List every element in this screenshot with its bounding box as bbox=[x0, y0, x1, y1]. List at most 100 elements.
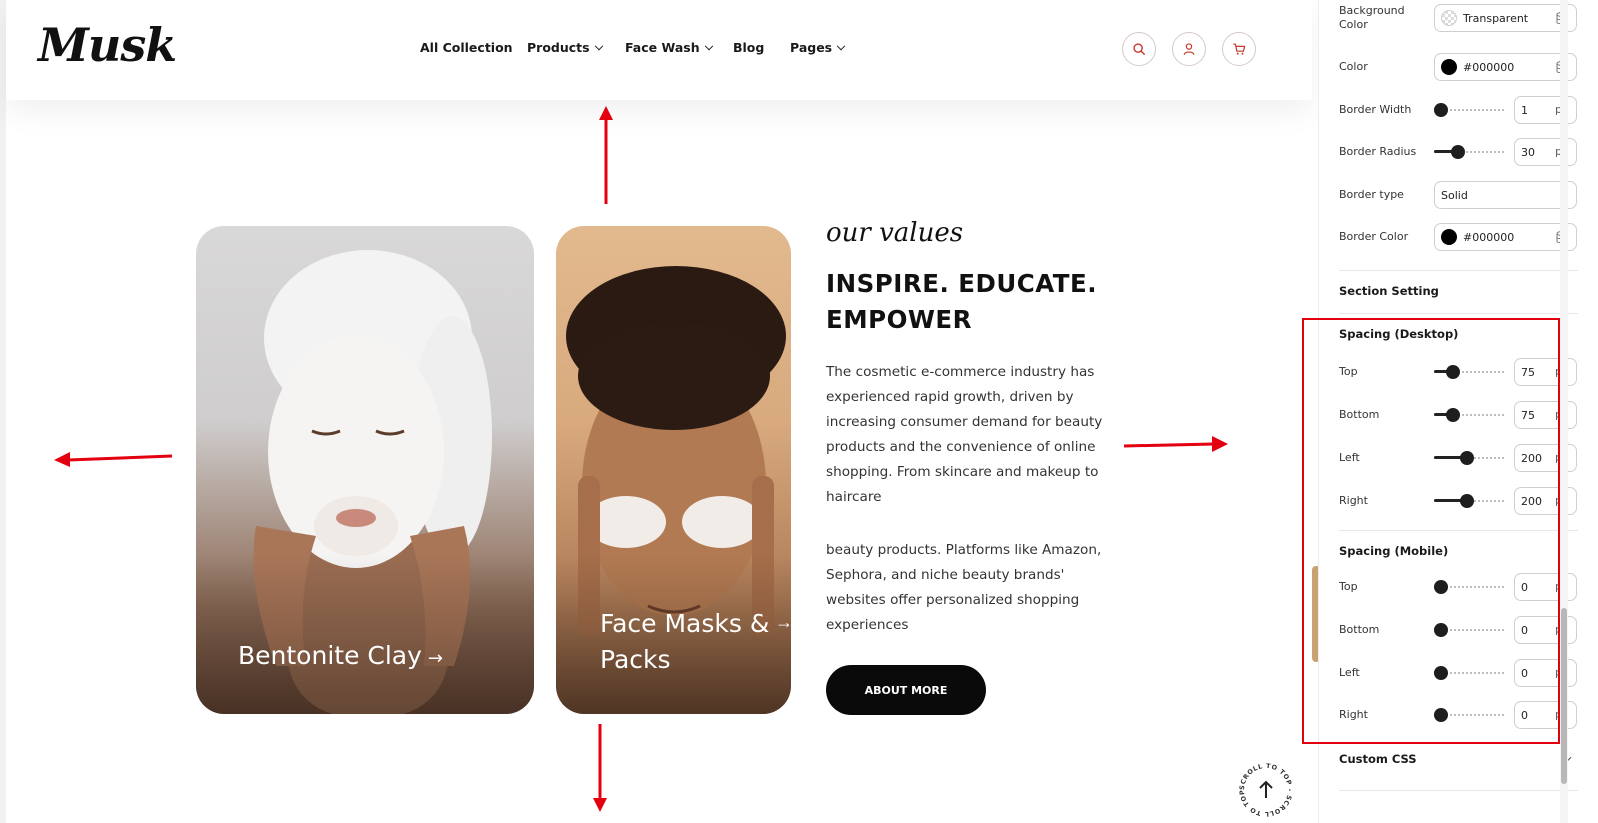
desktop-right-label: Right bbox=[1339, 494, 1368, 507]
nav-label: Products bbox=[527, 40, 590, 55]
user-icon bbox=[1183, 43, 1195, 55]
border-type-select[interactable]: Solid ⌃⌄ bbox=[1434, 181, 1577, 209]
slider-knob[interactable] bbox=[1434, 623, 1448, 637]
slider-knob[interactable] bbox=[1434, 708, 1448, 722]
mobile-top-slider[interactable] bbox=[1434, 580, 1506, 594]
slider-knob[interactable] bbox=[1434, 103, 1448, 117]
desktop-left-value: 200 bbox=[1521, 451, 1542, 465]
desktop-right-slider[interactable] bbox=[1434, 494, 1506, 508]
mobile-top-row: Top 0px bbox=[1339, 570, 1578, 604]
spacing-desktop-title: Spacing (Desktop) bbox=[1339, 327, 1459, 341]
mobile-bottom-label: Bottom bbox=[1339, 623, 1380, 636]
slider-knob[interactable] bbox=[1434, 666, 1448, 680]
desktop-top-slider[interactable] bbox=[1434, 365, 1506, 379]
divider bbox=[1339, 790, 1578, 791]
nav-item-products[interactable]: Products bbox=[527, 40, 603, 55]
background-color-value: Transparent bbox=[1463, 11, 1529, 25]
divider bbox=[1339, 530, 1578, 531]
border-color-field[interactable]: #000000 bbox=[1434, 223, 1577, 251]
slider-knob[interactable] bbox=[1434, 580, 1448, 594]
nav-item-blog[interactable]: Blog bbox=[733, 40, 764, 55]
border-width-row: Border Width 1px bbox=[1339, 93, 1578, 127]
border-width-slider[interactable] bbox=[1434, 103, 1506, 117]
values-heading-line1: INSPIRE. EDUCATE. bbox=[826, 269, 1098, 298]
red-arrow-down bbox=[593, 724, 607, 812]
values-paragraph-1: The cosmetic e-commerce industry has exp… bbox=[826, 364, 1103, 505]
background-color-label: Background Color bbox=[1339, 4, 1405, 31]
arrow-right-icon: → bbox=[427, 648, 444, 669]
background-color-row: Background Color Transparent bbox=[1339, 1, 1578, 35]
desktop-top-label: Top bbox=[1339, 365, 1358, 378]
slider-knob[interactable] bbox=[1446, 408, 1460, 422]
border-type-value: Solid bbox=[1441, 188, 1468, 202]
nav-item-face-wash[interactable]: Face Wash bbox=[625, 40, 713, 55]
custom-css-title: Custom CSS bbox=[1339, 752, 1417, 766]
custom-css-accordion[interactable]: Custom CSS bbox=[1339, 748, 1578, 772]
about-more-button[interactable]: ABOUT MORE bbox=[826, 665, 986, 715]
slider-knob[interactable] bbox=[1460, 494, 1474, 508]
mobile-top-value: 0 bbox=[1521, 580, 1528, 594]
border-width-label: Border Width bbox=[1339, 103, 1412, 116]
border-radius-slider[interactable] bbox=[1434, 145, 1506, 159]
panel-scrollbar-thumb[interactable] bbox=[1561, 608, 1567, 784]
red-arrow-left bbox=[54, 452, 173, 467]
nav-label: Pages bbox=[790, 40, 833, 55]
red-arrow-up bbox=[599, 106, 613, 204]
desktop-left-slider[interactable] bbox=[1434, 451, 1506, 465]
site-logo[interactable]: Musk bbox=[38, 18, 177, 72]
slider-knob[interactable] bbox=[1451, 145, 1465, 159]
settings-panel: Background Color Transparent Color #0000… bbox=[1318, 0, 1598, 823]
slider-knob[interactable] bbox=[1446, 365, 1460, 379]
desktop-bottom-slider[interactable] bbox=[1434, 408, 1506, 422]
nav-item-pages[interactable]: Pages bbox=[790, 40, 846, 55]
account-button[interactable] bbox=[1172, 32, 1206, 66]
desktop-right-row: Right 200px bbox=[1339, 484, 1578, 518]
mobile-left-value: 0 bbox=[1521, 666, 1528, 680]
values-paragraph-2: beauty products. Platforms like Amazon, … bbox=[826, 542, 1102, 633]
spacing-mobile-title: Spacing (Mobile) bbox=[1339, 544, 1449, 558]
desktop-left-label: Left bbox=[1339, 451, 1360, 464]
search-button[interactable] bbox=[1122, 32, 1156, 66]
mobile-left-slider[interactable] bbox=[1434, 666, 1506, 680]
section-setting-title: Section Setting bbox=[1339, 284, 1439, 298]
divider bbox=[1339, 313, 1578, 314]
nav-label: Face Wash bbox=[625, 40, 700, 55]
color-label: Color bbox=[1339, 60, 1368, 73]
arrow-up-icon bbox=[1259, 780, 1273, 798]
product-card-bentonite-clay[interactable]: Bentonite Clay → bbox=[196, 226, 534, 714]
page-preview: Musk All Collection Products Face Wash B… bbox=[0, 0, 1318, 823]
mobile-right-row: Right 0px bbox=[1339, 698, 1578, 732]
nav-label: All Collection bbox=[420, 40, 513, 55]
color-swatch bbox=[1441, 59, 1457, 75]
card-shade bbox=[196, 554, 534, 714]
card-title-line1: Face Masks & bbox=[600, 609, 770, 638]
mobile-bottom-slider[interactable] bbox=[1434, 623, 1506, 637]
border-radius-label: Border Radius bbox=[1339, 145, 1417, 158]
preview-edge bbox=[0, 0, 6, 823]
desktop-right-value: 200 bbox=[1521, 494, 1542, 508]
mobile-top-label: Top bbox=[1339, 580, 1358, 593]
product-card-face-masks[interactable]: Face Masks & Packs → bbox=[556, 226, 791, 714]
mobile-bottom-row: Bottom 0px bbox=[1339, 613, 1578, 647]
border-type-label: Border type bbox=[1339, 188, 1404, 201]
values-heading: INSPIRE. EDUCATE. EMPOWER bbox=[826, 266, 1146, 338]
chevron-down-icon bbox=[704, 41, 713, 51]
mobile-left-label: Left bbox=[1339, 666, 1360, 679]
divider bbox=[1339, 270, 1578, 271]
border-radius-value: 30 bbox=[1521, 145, 1535, 159]
background-color-field[interactable]: Transparent bbox=[1434, 4, 1577, 32]
search-icon bbox=[1133, 43, 1145, 55]
color-swatch bbox=[1441, 10, 1457, 26]
border-color-value: #000000 bbox=[1463, 230, 1515, 244]
color-row: Color #000000 bbox=[1339, 50, 1578, 84]
mobile-right-slider[interactable] bbox=[1434, 708, 1506, 722]
mobile-right-value: 0 bbox=[1521, 708, 1528, 722]
cart-icon bbox=[1233, 43, 1246, 55]
slider-knob[interactable] bbox=[1460, 451, 1474, 465]
values-script-title: our values bbox=[826, 218, 964, 248]
desktop-top-value: 75 bbox=[1521, 365, 1535, 379]
nav-item-all-collection[interactable]: All Collection bbox=[420, 40, 513, 55]
cart-button[interactable] bbox=[1222, 32, 1256, 66]
scroll-to-top-button[interactable]: SCROLL TO TOP - SCROLL TO TOP - bbox=[1236, 760, 1296, 820]
color-field[interactable]: #000000 bbox=[1434, 53, 1577, 81]
